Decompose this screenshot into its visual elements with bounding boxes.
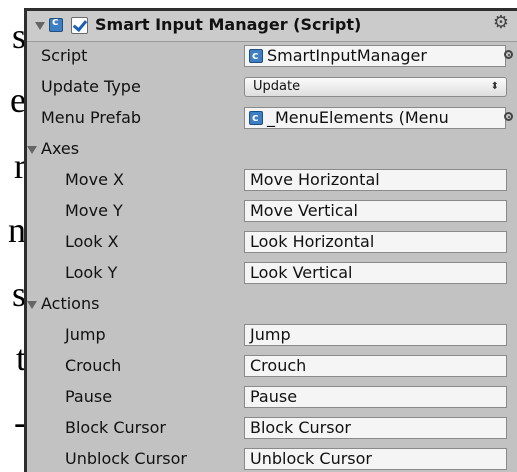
component-enabled-checkbox[interactable]: [71, 17, 88, 34]
action-label: Block Cursor: [65, 418, 166, 437]
prefab-icon: [249, 108, 263, 128]
bg-letter: r: [14, 146, 26, 186]
axes-label: Axes: [41, 139, 80, 158]
script-label: Script: [41, 46, 88, 65]
foldout-arrow-icon[interactable]: [35, 22, 45, 30]
axis-row-move-y: Move Y Move Vertical: [27, 196, 517, 227]
menu-prefab-value: _MenuElements (Menu: [267, 108, 449, 127]
action-input-field[interactable]: Block Cursor: [244, 417, 507, 439]
action-label: Pause: [65, 387, 113, 406]
bg-letter: n: [8, 210, 26, 250]
axis-label: Look Y: [65, 263, 118, 282]
bg-letter: e: [10, 80, 26, 120]
gear-icon[interactable]: ⚙: [493, 13, 509, 33]
update-type-dropdown[interactable]: Update ⬍: [244, 77, 507, 97]
action-row-jump: Jump Jump: [27, 320, 517, 351]
action-input-field[interactable]: Unblock Cursor: [244, 448, 507, 470]
action-input-field[interactable]: Crouch: [244, 355, 507, 377]
action-input-field[interactable]: Jump: [244, 324, 507, 346]
action-label: Crouch: [65, 356, 122, 375]
bg-letter: s: [11, 16, 26, 56]
axis-input-field[interactable]: Move Vertical: [244, 200, 507, 222]
action-row-crouch: Crouch Crouch: [27, 351, 517, 382]
action-row-block-cursor: Block Cursor Block Cursor: [27, 413, 517, 444]
object-picker-icon[interactable]: [504, 50, 513, 59]
axis-input-field[interactable]: Look Horizontal: [244, 231, 507, 253]
foldout-arrow-icon[interactable]: [27, 146, 37, 154]
menu-prefab-label: Menu Prefab: [41, 108, 142, 127]
axis-label: Move Y: [65, 201, 123, 220]
script-object-field[interactable]: SmartInputManager: [244, 45, 506, 67]
menu-prefab-row: Menu Prefab _MenuElements (Menu: [27, 103, 517, 134]
update-type-value: Update: [253, 79, 301, 94]
dropdown-arrows-icon: ⬍: [490, 81, 499, 92]
update-type-label: Update Type: [41, 77, 141, 96]
script-value: SmartInputManager: [267, 46, 427, 65]
component-header[interactable]: Smart Input Manager (Script) ⚙: [27, 11, 517, 42]
foldout-arrow-icon[interactable]: [27, 301, 37, 309]
action-input-field[interactable]: Pause: [244, 386, 507, 408]
menu-prefab-object-field[interactable]: _MenuElements (Menu: [244, 107, 506, 129]
axis-row-look-y: Look Y Look Vertical: [27, 258, 517, 289]
bg-letter: -: [14, 402, 26, 442]
action-label: Unblock Cursor: [65, 449, 187, 468]
screenshot: s e r n s t - Smart Input Manager (Scrip…: [0, 0, 517, 472]
action-row-unblock-cursor: Unblock Cursor Unblock Cursor: [27, 444, 517, 472]
axis-input-field[interactable]: Look Vertical: [244, 262, 507, 284]
inspector-panel: Smart Input Manager (Script) ⚙ Script Sm…: [24, 8, 517, 472]
axis-input-field[interactable]: Move Horizontal: [244, 169, 507, 191]
object-picker-icon[interactable]: [504, 112, 513, 121]
script-row: Script SmartInputManager: [27, 41, 517, 72]
action-label: Jump: [65, 325, 106, 344]
script-icon: [249, 46, 263, 66]
actions-label: Actions: [41, 294, 100, 313]
component-title: Smart Input Manager (Script): [95, 15, 362, 34]
actions-foldout[interactable]: Actions: [27, 289, 517, 320]
axis-label: Look X: [65, 232, 119, 251]
axis-row-move-x: Move X Move Horizontal: [27, 165, 517, 196]
script-icon: [49, 15, 63, 32]
bg-letter: t: [15, 338, 26, 378]
axis-label: Move X: [65, 170, 124, 189]
bg-letter: s: [11, 274, 26, 314]
axis-row-look-x: Look X Look Horizontal: [27, 227, 517, 258]
axes-foldout[interactable]: Axes: [27, 134, 517, 165]
update-type-row: Update Type Update ⬍: [27, 72, 517, 103]
action-row-pause: Pause Pause: [27, 382, 517, 413]
